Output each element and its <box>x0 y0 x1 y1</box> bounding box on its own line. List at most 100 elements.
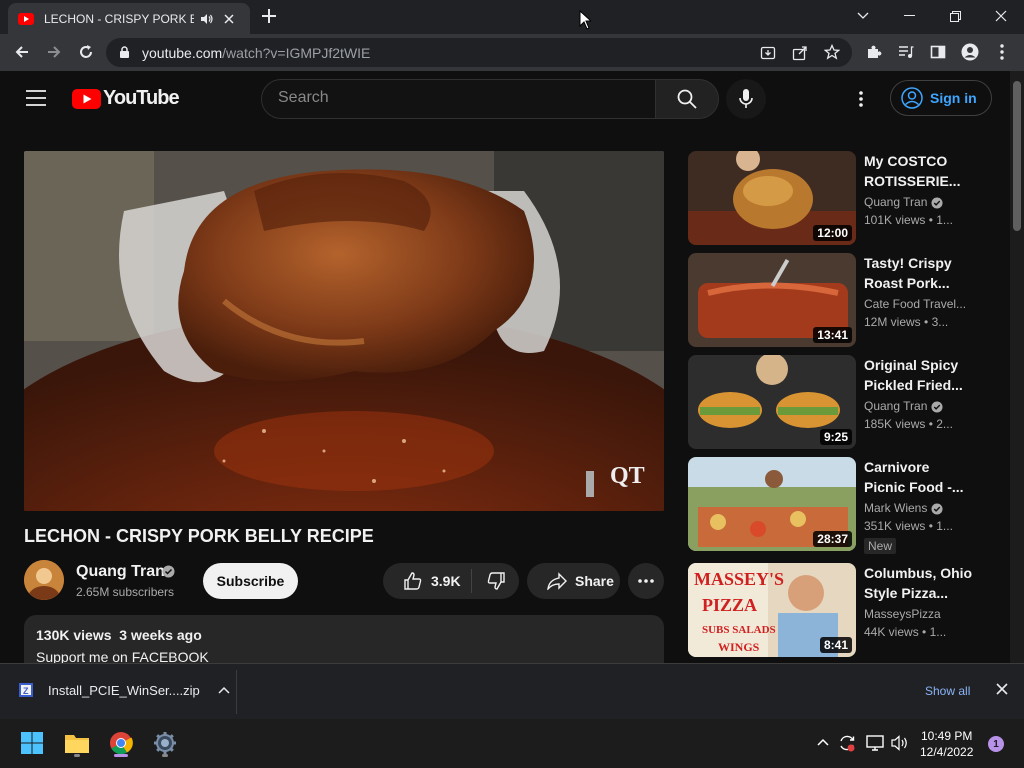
youtube-logo[interactable]: YouTube <box>72 87 180 110</box>
recommendation-age: • 3... <box>924 315 949 329</box>
download-file-name: Install_PCIE_WinSer....zip <box>48 682 200 698</box>
address-bar[interactable]: youtube.com/watch?v=IGMPJf2tWIE <box>106 38 852 67</box>
forward-arrow-icon[interactable] <box>44 42 64 62</box>
bookmark-star-icon[interactable] <box>824 44 840 60</box>
sign-in-button[interactable]: Sign in <box>890 80 992 116</box>
dislike-button[interactable] <box>472 563 519 599</box>
install-app-icon[interactable] <box>760 45 776 61</box>
media-controls-icon[interactable] <box>896 42 916 62</box>
recommendation-item[interactable]: 28:37 Carnivore Picnic Food -... Mark Wi… <box>688 457 1008 554</box>
recommendation-thumbnail[interactable]: 13:41 <box>688 253 856 347</box>
close-window-button[interactable] <box>978 0 1024 32</box>
channel-watermark: QT <box>610 463 645 489</box>
network-display-icon[interactable] <box>866 735 884 751</box>
windows-taskbar: 10:49 PM 12/4/2022 1 <box>0 719 1024 768</box>
channel-name[interactable]: Quang Tran <box>76 563 165 581</box>
show-hidden-icons-chevron-icon[interactable] <box>817 738 829 746</box>
recommendation-item[interactable]: 13:41 Tasty! Crispy Roast Pork... Cate F… <box>688 253 1008 347</box>
like-button[interactable]: 3.9K <box>383 563 471 599</box>
recommendation-thumbnail[interactable]: 9:25 <box>688 355 856 449</box>
microphone-icon <box>739 89 753 109</box>
download-options-chevron-icon[interactable] <box>218 686 230 694</box>
side-panel-icon[interactable] <box>928 42 948 62</box>
notification-badge[interactable]: 1 <box>988 736 1004 752</box>
settings-kebab-icon[interactable] <box>859 91 863 107</box>
video-player[interactable]: QT <box>24 151 664 511</box>
recommendation-channel-name: Quang Tran <box>864 399 928 413</box>
zip-archive-icon: Z <box>18 682 34 698</box>
settings-gear-icon[interactable] <box>149 727 181 759</box>
share-button[interactable]: Share <box>527 563 620 599</box>
lock-icon[interactable] <box>119 46 130 59</box>
tab-close-icon[interactable] <box>224 13 234 24</box>
recommendation-age: • 1... <box>928 213 953 227</box>
close-download-shelf-icon[interactable] <box>996 683 1008 695</box>
description-meta: 130K views 3 weeks ago <box>36 627 652 643</box>
recommendation-thumbnail[interactable]: MASSEY'S PIZZA SUBS SALADS WINGS 8:41 <box>688 563 856 657</box>
new-tab-button[interactable] <box>260 7 278 25</box>
recommendation-channel-name: Quang Tran <box>864 195 928 209</box>
hamburger-menu-icon[interactable] <box>26 90 46 106</box>
recommendation-stats: 101K views • 1... <box>864 213 953 227</box>
system-clock[interactable]: 10:49 PM 12/4/2022 <box>920 728 973 760</box>
svg-text:PIZZA: PIZZA <box>702 595 757 615</box>
windows-start-icon[interactable] <box>16 727 48 759</box>
page-scrollbar[interactable] <box>1010 71 1024 663</box>
share-label: Share <box>575 573 614 589</box>
recommendation-item[interactable]: 12:00 My COSTCO ROTISSERIE... Quang Tran… <box>688 151 1008 245</box>
recommendation-title[interactable]: Original Spicy Pickled Fried... <box>864 355 974 395</box>
file-explorer-icon[interactable] <box>61 727 93 759</box>
like-dislike-group: 3.9K <box>383 563 519 599</box>
upload-age: 3 weeks ago <box>119 627 202 643</box>
recommendation-channel-name: Mark Wiens <box>864 501 928 515</box>
share-page-icon[interactable] <box>792 45 808 61</box>
minimize-button[interactable] <box>886 0 932 32</box>
search-icon <box>677 89 697 109</box>
recommendation-thumbnail[interactable]: 28:37 <box>688 457 856 551</box>
recommendation-title[interactable]: Columbus, Ohio Style Pizza... <box>864 563 974 603</box>
search-input[interactable] <box>278 89 638 107</box>
thumbs-up-icon <box>403 571 423 591</box>
chrome-menu-icon[interactable] <box>992 42 1012 62</box>
video-title: LECHON - CRISPY PORK BELLY RECIPE <box>24 526 374 546</box>
recommendation-views: 351K views <box>864 519 926 533</box>
extensions-puzzle-icon[interactable] <box>864 42 884 62</box>
sync-status-icon[interactable] <box>838 734 856 752</box>
recommendation-channel: Quang Tran <box>864 195 943 209</box>
recommendation-title[interactable]: Carnivore Picnic Food -... <box>864 457 974 497</box>
recommendation-thumbnail[interactable]: 12:00 <box>688 151 856 245</box>
profile-icon[interactable] <box>960 42 980 62</box>
reload-icon[interactable] <box>76 42 96 62</box>
search-button[interactable] <box>655 79 719 119</box>
download-item[interactable]: Z Install_PCIE_WinSer....zip <box>18 682 230 698</box>
recommendation-views: 44K views <box>864 625 919 639</box>
verified-badge-icon <box>931 401 943 413</box>
voice-search-button[interactable] <box>726 79 766 119</box>
volume-icon[interactable] <box>891 735 909 751</box>
recommendation-item[interactable]: 9:25 Original Spicy Pickled Fried... Qua… <box>688 355 1008 449</box>
tab-audio-icon[interactable] <box>200 13 214 25</box>
video-duration: 9:25 <box>819 429 852 445</box>
recommendation-age: • 1... <box>928 519 953 533</box>
chrome-taskbar-icon[interactable] <box>105 727 137 759</box>
url-host: youtube.com <box>142 45 223 61</box>
recommendation-views: 101K views <box>864 213 926 227</box>
search-box[interactable] <box>261 79 656 119</box>
more-horizontal-icon <box>638 579 654 583</box>
thumbs-down-icon <box>486 571 506 591</box>
restore-button[interactable] <box>932 0 978 32</box>
show-all-downloads-link[interactable]: Show all <box>925 684 970 698</box>
recommendation-stats: 44K views • 1... <box>864 625 946 639</box>
more-actions-button[interactable] <box>628 563 664 599</box>
view-count: 130K views <box>36 627 112 643</box>
channel-avatar[interactable] <box>24 560 64 600</box>
tab-search-icon[interactable] <box>840 0 886 32</box>
download-divider <box>236 670 237 714</box>
recommendation-item[interactable]: MASSEY'S PIZZA SUBS SALADS WINGS 8:41 Colum… <box>688 563 1008 657</box>
subscribe-button[interactable]: Subscribe <box>203 563 298 599</box>
recommendation-title[interactable]: My COSTCO ROTISSERIE... <box>864 151 974 191</box>
recommendation-title[interactable]: Tasty! Crispy Roast Pork... <box>864 253 974 293</box>
back-arrow-icon[interactable] <box>12 42 32 62</box>
browser-tab[interactable]: LECHON - CRISPY PORK BELLY RECIPE <box>8 3 250 34</box>
scrollbar-thumb[interactable] <box>1013 81 1021 231</box>
